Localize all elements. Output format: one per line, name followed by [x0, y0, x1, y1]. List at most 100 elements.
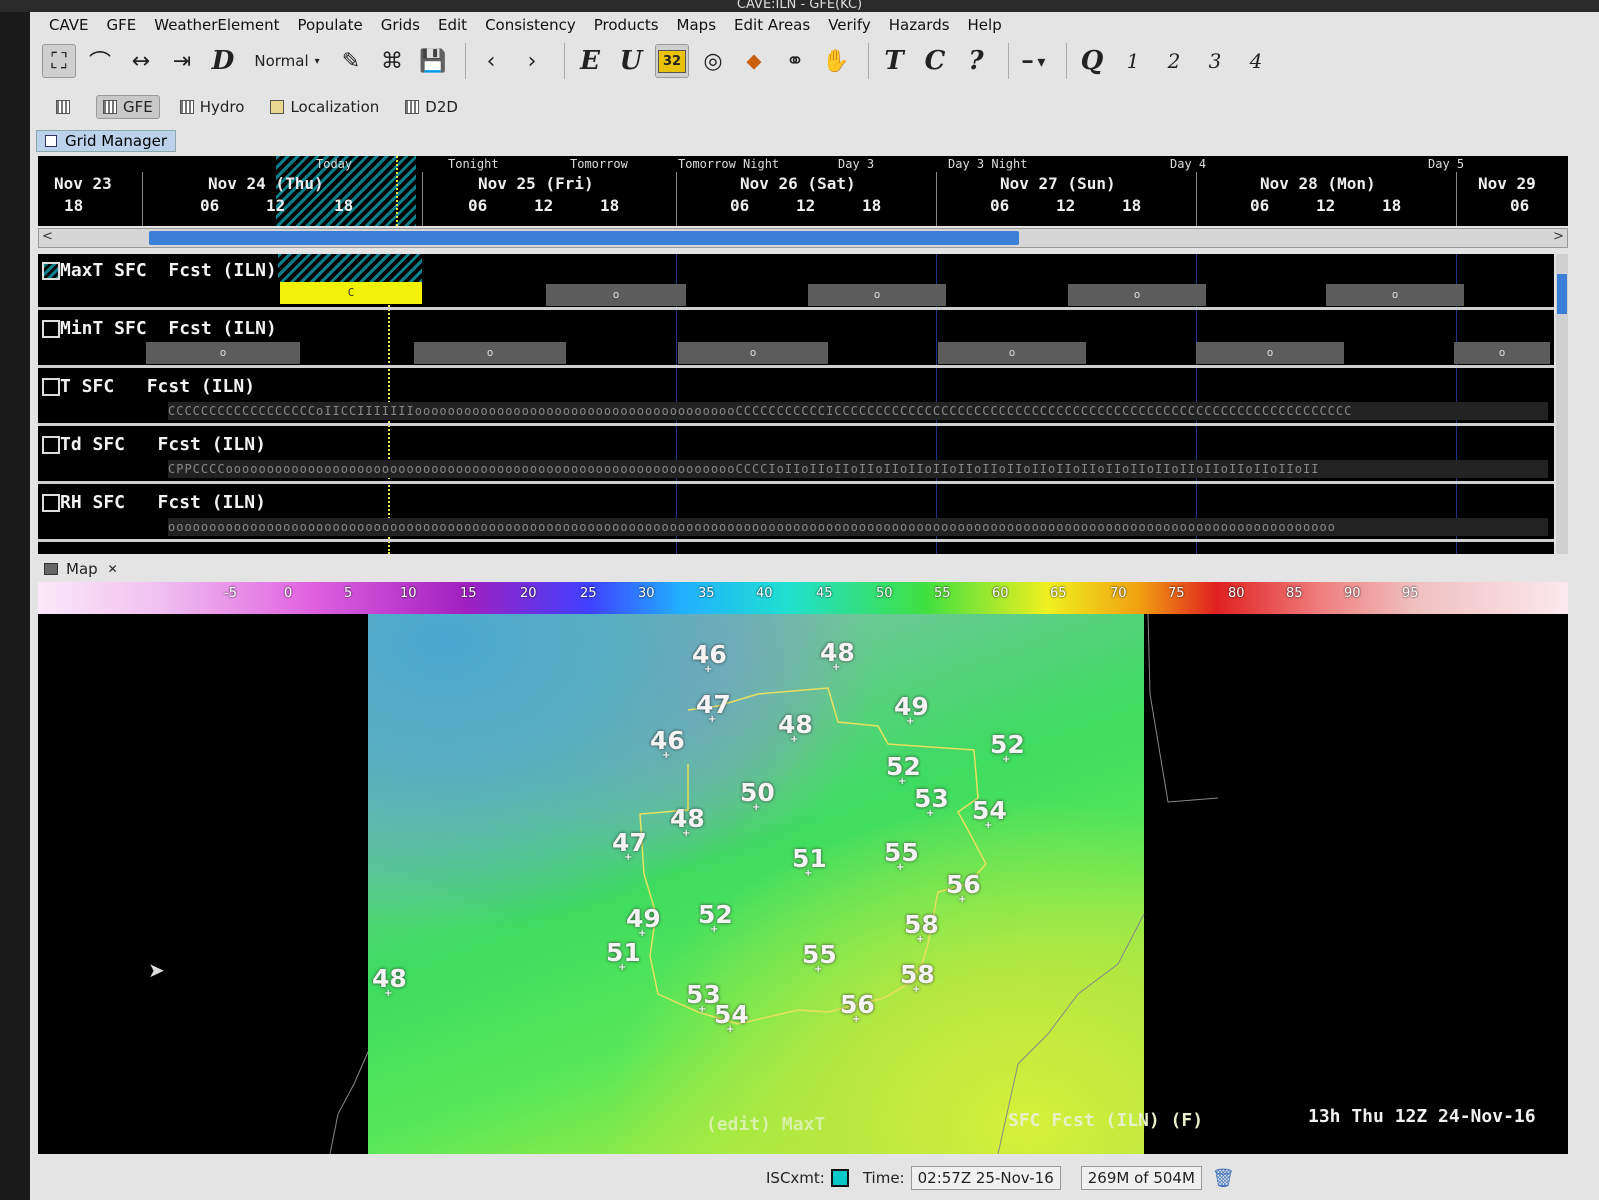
grid-box[interactable]: o — [1326, 284, 1464, 306]
hour-label: 18 — [1122, 196, 1142, 215]
e-tool-button[interactable]: E — [573, 44, 607, 78]
track-t[interactable]: T SFC Fcst (ILN) CCCCCCCCCCCCCCCCCCoIICC… — [38, 370, 1554, 426]
fullscreen-button[interactable]: ⛶ — [42, 44, 76, 78]
grid-box[interactable]: o — [938, 342, 1086, 364]
grid-box[interactable]: o — [808, 284, 946, 306]
chevron-right-icon[interactable]: > — [1553, 229, 1564, 244]
grid-box[interactable]: o — [546, 284, 686, 306]
grid-tracks: MaxT SFC Fcst (ILN) C o o o o MinT SFC F… — [38, 254, 1554, 554]
trash-icon[interactable]: 🗑 — [1212, 1168, 1235, 1189]
grid-box[interactable]: o — [414, 342, 566, 364]
preset-4-button[interactable]: 4 — [1239, 44, 1273, 78]
colorbar-tick: 15 — [460, 586, 477, 601]
u-tool-button[interactable]: U — [614, 44, 648, 78]
perspective-d2d[interactable]: D2D — [399, 96, 464, 118]
track-select-checkbox[interactable] — [42, 378, 60, 396]
open-perspective-button[interactable] — [50, 98, 82, 116]
map-tab[interactable]: Map ✕ — [36, 558, 126, 580]
track-td[interactable]: Td SFC Fcst (ILN) CPPCCCCooooooooooooooo… — [38, 428, 1554, 484]
t-tool-button[interactable]: T — [877, 44, 911, 78]
close-icon[interactable]: ✕ — [108, 562, 118, 576]
target-tool-button[interactable]: ◎ — [696, 44, 730, 78]
c-tool-button[interactable]: C — [918, 44, 952, 78]
isc-indicator-icon[interactable] — [830, 1169, 849, 1187]
grid-box[interactable]: o — [1196, 342, 1344, 364]
edit-mode-select[interactable]: Normal ▾ — [247, 44, 327, 78]
time-scroll-thumb[interactable] — [149, 231, 1019, 245]
grid-strip[interactable]: CPPCCCCooooooooooooooooooooooooooooooooo… — [168, 460, 1548, 478]
next-button[interactable]: › — [515, 44, 549, 78]
track-mint[interactable]: MinT SFC Fcst (ILN) o o o o o o — [38, 312, 1554, 368]
save-button[interactable]: 💾 — [416, 44, 450, 78]
menu-maps[interactable]: Maps — [668, 16, 725, 34]
binoculars-button[interactable]: ⚭ — [778, 44, 812, 78]
day-label: Nov 23 — [54, 174, 112, 193]
memory-value: 269M of 504M — [1080, 1166, 1202, 1190]
table-icon — [179, 100, 194, 114]
menu-help[interactable]: Help — [959, 16, 1011, 34]
point-value: 54 — [972, 796, 1007, 831]
paint-tool-button[interactable]: ⬥ — [737, 44, 771, 78]
track-select-checkbox[interactable] — [42, 436, 60, 454]
point-value: 46 — [692, 640, 727, 675]
track-maxt[interactable]: MaxT SFC Fcst (ILN) C o o o o — [38, 254, 1554, 310]
menu-populate[interactable]: Populate — [289, 16, 372, 34]
perspective-localization[interactable]: Localization — [264, 96, 385, 118]
grid32-button[interactable]: 32 — [655, 44, 689, 78]
menu-products[interactable]: Products — [585, 16, 668, 34]
menu-verify[interactable]: Verify — [819, 16, 880, 34]
point-value: 54 — [714, 1000, 749, 1035]
grid-strip[interactable]: oooooooooooooooooooooooooooooooooooooooo… — [168, 518, 1548, 536]
day-label: Nov 27 (Sun) — [1000, 174, 1116, 193]
grid-box[interactable]: o — [1454, 342, 1550, 364]
tracks-scrollbar[interactable] — [1556, 254, 1568, 554]
line-style-select[interactable]: ━ ▾ — [1017, 44, 1051, 78]
hour-label: 06 — [730, 196, 750, 215]
menu-grids[interactable]: Grids — [372, 16, 429, 34]
menu-consistency[interactable]: Consistency — [476, 16, 585, 34]
perspective-hydro[interactable]: Hydro — [174, 96, 251, 118]
menu-hazards[interactable]: Hazards — [880, 16, 959, 34]
grid-box[interactable]: o — [1068, 284, 1206, 306]
preset-2-button[interactable]: 2 — [1157, 44, 1191, 78]
grid-box[interactable]: o — [146, 342, 300, 364]
menu-edit[interactable]: Edit — [429, 16, 476, 34]
time-scale[interactable]: Today Tonight Tomorrow Tomorrow Night Da… — [38, 156, 1568, 226]
contour-tool-button[interactable]: ⌒ — [83, 44, 117, 78]
menu-cave[interactable]: CAVE — [40, 16, 98, 34]
help-tool-button[interactable]: ? — [959, 44, 993, 78]
converge-arrows-icon: ⇥ — [172, 48, 192, 74]
brush-icon: ⬥ — [746, 48, 762, 74]
point-value: 52 — [886, 752, 921, 787]
menu-weatherelement[interactable]: WeatherElement — [145, 16, 288, 34]
track-select-checkbox[interactable] — [42, 494, 60, 512]
color-bar[interactable]: -5 0 5 10 15 20 25 30 35 40 45 50 55 60 … — [38, 582, 1568, 614]
tracks-scroll-thumb[interactable] — [1557, 274, 1567, 314]
track-select-checkbox[interactable] — [42, 262, 60, 280]
delta-tool-button[interactable]: ⌘ — [375, 44, 409, 78]
q-tool-button[interactable]: Q — [1075, 44, 1109, 78]
colorbar-tick: 20 — [520, 586, 537, 601]
chevron-left-icon[interactable]: < — [42, 229, 53, 244]
period-label: Day 5 — [1428, 157, 1465, 171]
pencil-tool-button[interactable]: ✎ — [334, 44, 368, 78]
menu-gfe[interactable]: GFE — [98, 16, 146, 34]
track-select-checkbox[interactable] — [42, 320, 60, 338]
point-value: 56 — [946, 870, 981, 905]
grid-box[interactable]: o — [678, 342, 828, 364]
d-tool-button[interactable]: D — [206, 44, 240, 78]
perspective-gfe[interactable]: GFE — [96, 95, 160, 119]
hand-tool-button[interactable]: ✋ — [819, 44, 853, 78]
preset-3-button[interactable]: 3 — [1198, 44, 1232, 78]
time-scrollbar[interactable]: < > — [38, 228, 1568, 248]
move-tool-button[interactable]: ↔ — [124, 44, 158, 78]
grid-manager-tab[interactable]: Grid Manager — [36, 130, 176, 152]
track-rh[interactable]: RH SFC Fcst (ILN) oooooooooooooooooooooo… — [38, 486, 1554, 542]
preset-1-button[interactable]: 1 — [1116, 44, 1150, 78]
smooth-tool-button[interactable]: ⇥ — [165, 44, 199, 78]
menu-edit-areas[interactable]: Edit Areas — [725, 16, 819, 34]
grid-box-selected[interactable]: C — [280, 282, 422, 304]
grid-strip[interactable]: CCCCCCCCCCCCCCCCCCoIICCIIIIIIIoooooooooo… — [168, 402, 1548, 420]
map-view[interactable]: 46 48 47 48 49 46 52 52 50 53 54 47 48 5… — [38, 614, 1568, 1154]
previous-button[interactable]: ‹ — [474, 44, 508, 78]
